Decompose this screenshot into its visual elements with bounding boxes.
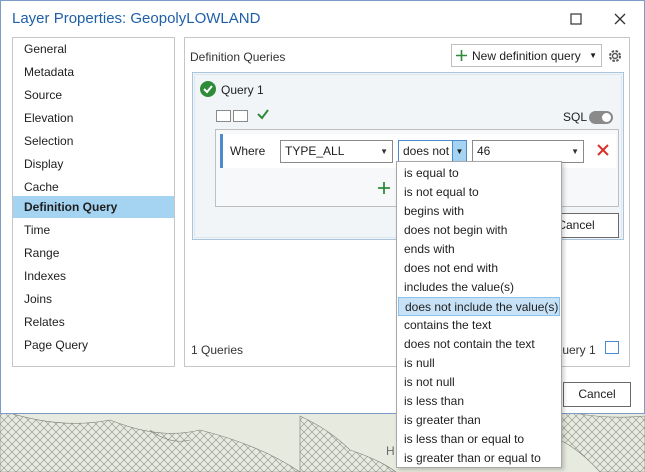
map-label: H — [386, 444, 395, 458]
dialog-cancel-button[interactable]: Cancel — [563, 382, 631, 407]
value-value: 46 — [477, 144, 491, 158]
operator-option[interactable]: is less than — [398, 392, 560, 411]
operator-value: does not — [403, 144, 450, 158]
collapse-right-icon[interactable] — [233, 110, 248, 122]
sidebar-item-display[interactable]: Display — [13, 153, 174, 175]
where-label: Where — [230, 144, 266, 158]
operator-option[interactable]: is greater than — [398, 411, 560, 430]
sql-label: SQL — [563, 110, 588, 124]
minimize-icon — [570, 13, 582, 25]
chevron-down-icon: ▼ — [380, 147, 388, 156]
sql-toggle[interactable] — [589, 111, 613, 124]
operator-option[interactable]: includes the value(s) — [398, 278, 560, 297]
operator-option[interactable]: is null — [398, 354, 560, 373]
sidebar-item-selection[interactable]: Selection — [13, 130, 174, 152]
sidebar-item-source[interactable]: Source — [13, 84, 174, 106]
chevron-down-icon: ▼ — [571, 147, 579, 156]
query-count: 1 Queries — [191, 343, 244, 357]
dialog-cancel-label: Cancel — [578, 387, 616, 401]
operator-option[interactable]: does not end with — [398, 259, 560, 278]
sidebar-item-indexes[interactable]: Indexes — [13, 265, 174, 287]
query-list-icon[interactable] — [605, 341, 619, 354]
operator-dropdown-button[interactable]: ▼ — [452, 141, 466, 162]
field-select[interactable]: TYPE_ALL ▼ — [280, 140, 393, 163]
sidebar-item-cache[interactable]: Cache — [13, 176, 174, 198]
operator-option[interactable]: begins with — [398, 202, 560, 221]
operator-option[interactable]: is less than or equal to — [398, 430, 560, 449]
value-select[interactable]: 46 ▼ — [472, 140, 584, 163]
operator-option[interactable]: does not contain the text — [398, 335, 560, 354]
sidebar-item-range[interactable]: Range — [13, 242, 174, 264]
close-button[interactable] — [607, 8, 633, 30]
sidebar-item-general[interactable]: General — [13, 38, 174, 60]
sidebar-item-relates[interactable]: Relates — [13, 311, 174, 333]
close-icon — [614, 13, 626, 25]
minimize-button[interactable] — [563, 8, 589, 30]
sidebar-item-elevation[interactable]: Elevation — [13, 107, 174, 129]
delete-clause-button[interactable] — [597, 144, 609, 159]
plus-icon — [456, 50, 467, 61]
chevron-down-icon: ▼ — [589, 51, 597, 60]
sidebar-item-time[interactable]: Time — [13, 219, 174, 241]
sidebar-item-definition-query[interactable]: Definition Query — [13, 196, 174, 218]
operator-option-highlighted[interactable]: does not include the value(s) — [398, 297, 560, 316]
collapse-left-icon[interactable] — [216, 110, 231, 122]
new-definition-query-button[interactable]: New definition query ▼ — [451, 44, 602, 67]
sidebar-item-page-query[interactable]: Page Query — [13, 334, 174, 356]
add-clause-button[interactable] — [378, 182, 390, 197]
sidebar-item-joins[interactable]: Joins — [13, 288, 174, 310]
delete-x-icon — [597, 144, 609, 156]
operator-option[interactable]: is equal to — [398, 164, 560, 183]
query-cancel-label: Cancel — [557, 218, 595, 232]
valid-check-icon — [200, 81, 216, 97]
title-bar[interactable]: Layer Properties: GeopolyLOWLAND — [1, 1, 644, 37]
field-value: TYPE_ALL — [285, 144, 345, 158]
operator-option[interactable]: does not begin with — [398, 221, 560, 240]
operator-option[interactable]: is not null — [398, 373, 560, 392]
operator-select[interactable]: does not ▼ — [398, 140, 467, 163]
window-title: Layer Properties: GeopolyLOWLAND — [12, 10, 261, 27]
operator-option[interactable]: contains the text — [398, 316, 560, 335]
section-title: Definition Queries — [190, 50, 286, 64]
plus-icon — [378, 182, 390, 194]
operator-option[interactable]: ends with — [398, 240, 560, 259]
operator-option[interactable]: is not equal to — [398, 183, 560, 202]
gear-icon[interactable] — [606, 47, 624, 65]
new-definition-query-label: New definition query — [472, 48, 581, 63]
verify-check-icon[interactable] — [256, 107, 270, 124]
sidebar-item-metadata[interactable]: Metadata — [13, 61, 174, 83]
query-name: Query 1 — [221, 83, 264, 97]
sidebar: General Metadata Source Elevation Select… — [12, 37, 175, 367]
operator-dropdown-list: is equal to is not equal to begins with … — [396, 161, 562, 468]
operator-option[interactable]: is greater than or equal to — [398, 449, 560, 468]
